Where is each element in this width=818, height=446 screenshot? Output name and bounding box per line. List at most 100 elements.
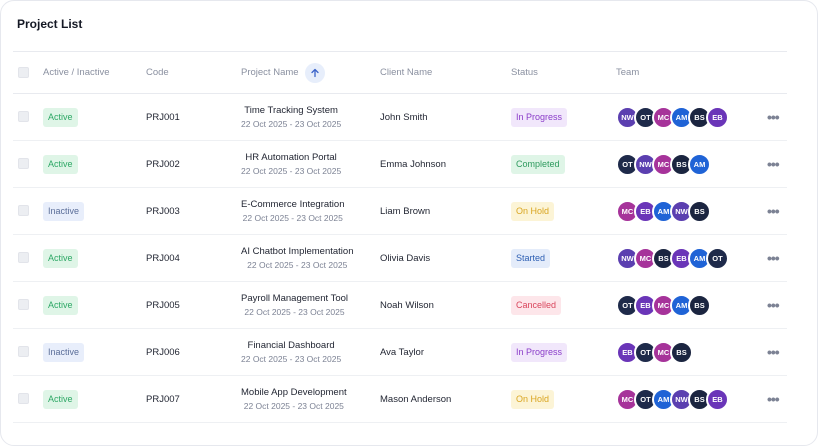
avatar[interactable]: AM [688,152,711,176]
project-name[interactable]: AI Chatbot Implementation [241,246,353,257]
active-cell: Inactive [43,188,85,234]
status-cell: In Progress [511,94,568,140]
team-cell: NW OT MC AM BS EB [616,94,729,140]
header-client-name[interactable]: Client Name [380,52,432,93]
avatar[interactable]: OT [706,246,729,270]
project-dates: 22 Oct 2025 - 23 Oct 2025 [241,354,342,364]
row-checkbox[interactable] [18,158,29,169]
project-name[interactable]: Payroll Management Tool [241,293,348,304]
active-badge[interactable]: Active [43,295,78,315]
code-cell: PRJ002 [146,158,180,170]
status-badge: On Hold [511,201,555,221]
more-horizontal-icon[interactable]: ••• [767,235,780,281]
client-name-cell: Olivia Davis [380,252,431,264]
active-badge[interactable]: Inactive [43,342,85,362]
active-badge[interactable]: Active [43,154,78,174]
table-row[interactable]: Active PRJ007 Mobile App Development 22 Oct… [13,376,787,423]
project-name[interactable]: HR Automation Portal [245,152,336,163]
avatar[interactable]: EB [706,387,729,411]
page-title: Project List [17,17,83,31]
more-horizontal-icon[interactable]: ••• [767,141,780,187]
active-badge[interactable]: Active [43,389,78,409]
active-cell: Active [43,376,78,422]
project-name-cell: Financial Dashboard 22 Oct 2025 - 23 Oct … [241,329,341,375]
avatar[interactable]: BS [688,293,711,317]
project-dates: 22 Oct 2025 - 23 Oct 2025 [241,166,342,176]
code-cell: PRJ003 [146,205,180,217]
project-dates: 22 Oct 2025 - 23 Oct 2025 [247,260,348,270]
header-project-name[interactable]: Project Name [241,52,325,93]
more-horizontal-icon[interactable]: ••• [767,94,780,140]
project-name-cell: E-Commerce Integration 22 Oct 2025 - 23 O… [241,188,344,234]
client-name-cell: Liam Brown [380,205,431,217]
table-header: Active / Inactive Code Project Name Clie… [13,52,787,94]
active-badge[interactable]: Active [43,107,78,127]
team-cell: OT NW MC BS AM [616,141,711,187]
avatar[interactable]: BS [688,199,711,223]
status-badge: In Progress [511,107,568,127]
project-name[interactable]: Financial Dashboard [248,340,335,351]
code-cell: PRJ004 [146,252,180,264]
active-badge[interactable]: Inactive [43,201,85,221]
table-row[interactable]: Active PRJ004 AI Chatbot Implementation 22 … [13,235,787,282]
active-cell: Active [43,141,78,187]
sort-arrow-up-icon[interactable] [304,62,325,83]
active-badge[interactable]: Active [43,248,78,268]
row-checkbox[interactable] [18,346,29,357]
status-badge: Cancelled [511,295,562,315]
project-name-cell: HR Automation Portal 22 Oct 2025 - 23 Oct… [241,141,341,187]
more-horizontal-icon[interactable]: ••• [767,282,780,328]
header-status[interactable]: Status [511,52,538,93]
row-checkbox[interactable] [18,299,29,310]
project-name-cell: Time Tracking System 22 Oct 2025 - 23 Oct… [241,94,341,140]
avatar[interactable]: BS [670,340,693,364]
header-project-name-label: Project Name [241,67,299,78]
project-dates: 22 Oct 2025 - 23 Oct 2025 [242,213,343,223]
table-row[interactable]: Inactive PRJ003 E-Commerce Integration 22 O… [13,188,787,235]
header-team[interactable]: Team [616,52,639,93]
status-badge: Completed [511,154,565,174]
project-name[interactable]: E-Commerce Integration [241,199,344,210]
status-cell: In Progress [511,329,568,375]
row-checkbox[interactable] [18,252,29,263]
select-all-checkbox[interactable] [18,67,29,78]
more-horizontal-icon[interactable]: ••• [767,188,780,234]
team-cell: OT EB MC AM BS [616,282,711,328]
more-horizontal-icon[interactable]: ••• [767,376,780,422]
header-code[interactable]: Code [146,52,169,93]
header-active[interactable]: Active / Inactive [43,52,110,93]
active-cell: Active [43,282,78,328]
code-cell: PRJ006 [146,346,180,358]
status-cell: Started [511,235,551,281]
status-cell: On Hold [511,188,555,234]
active-cell: Active [43,235,78,281]
code-cell: PRJ007 [146,393,180,405]
project-name[interactable]: Mobile App Development [241,387,347,398]
team-cell: MC OT AM NW BS EB [616,376,729,422]
team-cell: MC EB AM NW BS [616,188,711,234]
status-cell: On Hold [511,376,555,422]
team-cell: NW MC BS EB AM OT [616,235,729,281]
team-cell: EB OT MC BS [616,329,693,375]
row-checkbox[interactable] [18,205,29,216]
client-name-cell: Emma Johnson [380,158,447,170]
status-badge: On Hold [511,389,555,409]
client-name-cell: Mason Anderson [380,393,452,405]
status-cell: Completed [511,141,565,187]
avatar[interactable]: EB [706,105,729,129]
table-row[interactable]: Inactive PRJ006 Financial Dashboard 22 Oct … [13,329,787,376]
row-checkbox[interactable] [18,111,29,122]
more-horizontal-icon[interactable]: ••• [767,329,780,375]
row-checkbox[interactable] [18,393,29,404]
status-badge: In Progress [511,342,568,362]
table-row[interactable]: Active PRJ005 Payroll Management Tool 22 Oc… [13,282,787,329]
table-row[interactable]: Active PRJ001 Time Tracking System 22 Oct 2… [13,94,787,141]
project-name[interactable]: Time Tracking System [244,105,338,116]
project-dates: 22 Oct 2025 - 23 Oct 2025 [244,307,345,317]
table-row[interactable]: Active PRJ002 HR Automation Portal 22 Oct 2… [13,141,787,188]
project-name-cell: AI Chatbot Implementation 22 Oct 2025 - 2… [241,235,353,281]
status-badge: Started [511,248,551,268]
project-dates: 22 Oct 2025 - 23 Oct 2025 [241,119,342,129]
project-name-cell: Payroll Management Tool 22 Oct 2025 - 23 … [241,282,348,328]
code-cell: PRJ001 [146,111,180,123]
